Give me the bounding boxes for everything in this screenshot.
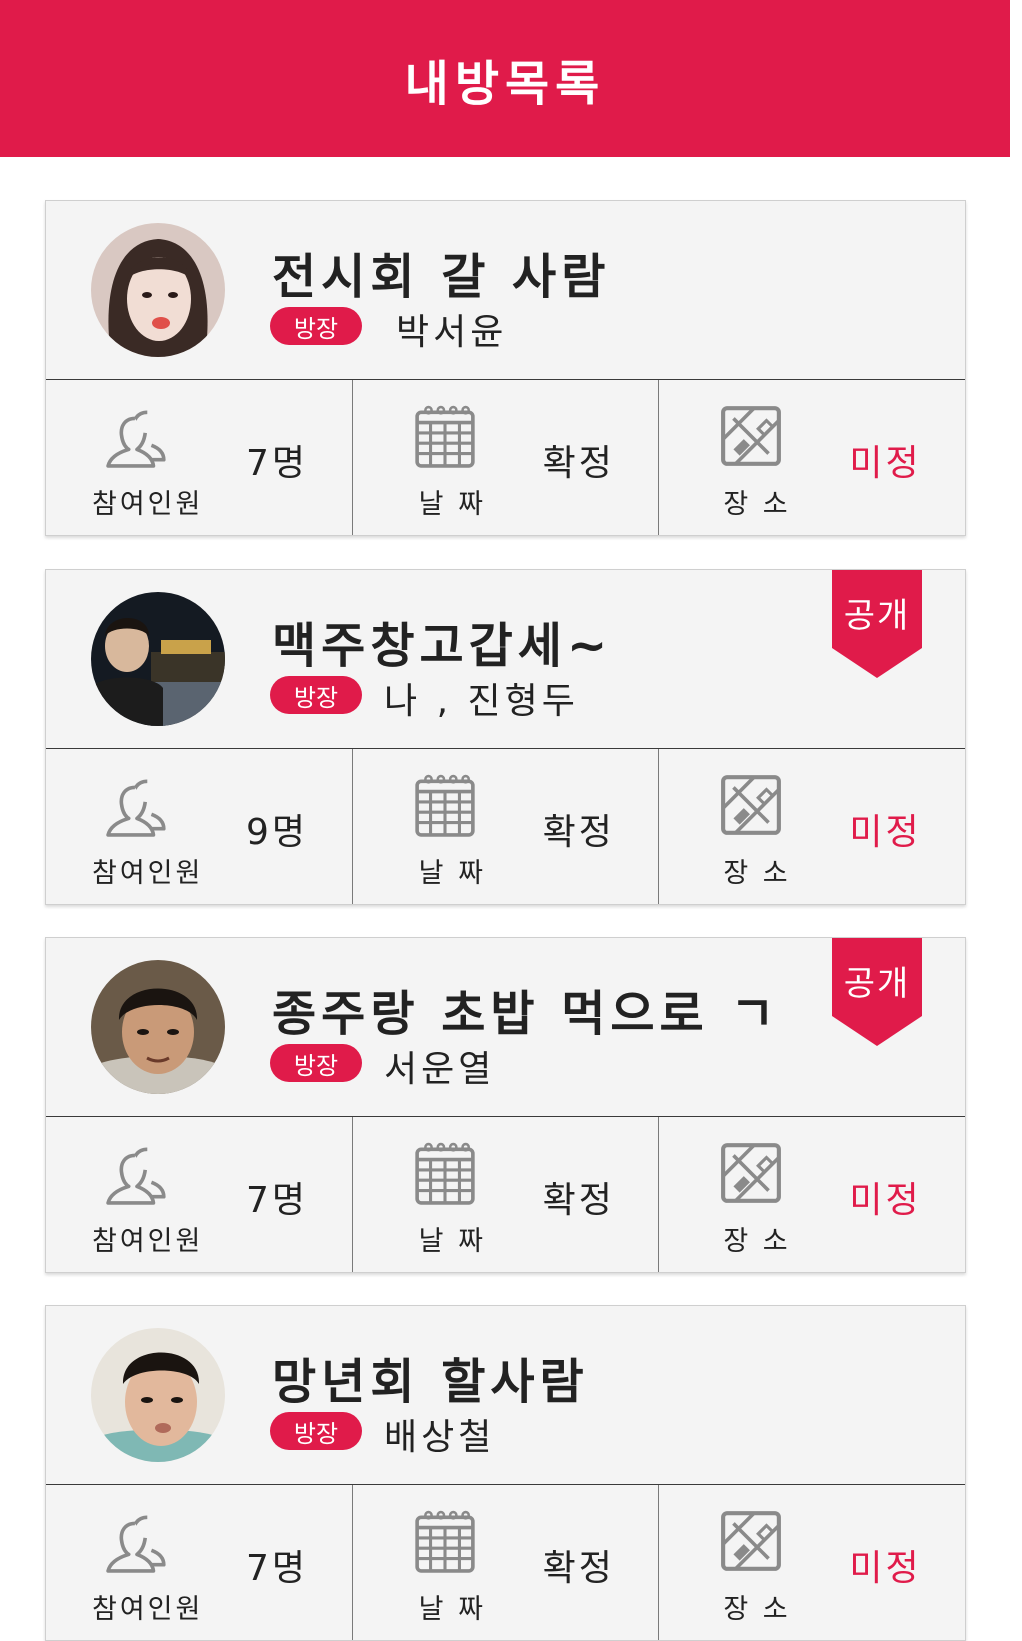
place-stat: 장 소 미정 (659, 1117, 965, 1272)
date-status: 확정 (542, 1548, 615, 1589)
date-label: 날 짜 (418, 489, 486, 520)
room-title: 맥주창고갑세~ (272, 618, 613, 674)
host-name: 서운열 (384, 1049, 496, 1090)
calendar-icon (414, 774, 475, 837)
participants-count: 7명 (246, 443, 309, 484)
place-status: 미정 (849, 443, 922, 484)
participants-stat: 참여인원 9명 (46, 749, 353, 904)
public-label: 공개 (843, 596, 911, 636)
people-icon (106, 410, 166, 468)
avatar (91, 592, 225, 726)
date-stat: 날 짜 확정 (353, 1485, 660, 1640)
map-icon (719, 773, 783, 837)
participants-label: 참여인원 (92, 1594, 204, 1625)
place-stat: 장 소 미정 (659, 380, 965, 535)
place-label: 장 소 (723, 489, 791, 520)
date-stat: 날 짜 확정 (353, 749, 660, 904)
map-icon (719, 404, 783, 468)
room-title: 종주랑 초밥 먹으로 ㄱ (272, 986, 780, 1042)
participants-label: 참여인원 (92, 489, 204, 520)
room-stats: 참여인원 9명 날 짜 확정 장 소 미정 (46, 749, 965, 904)
host-badge: 방장 (270, 676, 362, 714)
participants-stat: 참여인원 7명 (46, 380, 353, 535)
avatar (91, 223, 225, 357)
room-stats: 참여인원 7명 날 짜 확정 장 소 미정 (46, 1117, 965, 1272)
place-status: 미정 (849, 812, 922, 853)
app-header: 내방목록 (0, 0, 1010, 157)
place-status: 미정 (849, 1548, 922, 1589)
map-icon (719, 1509, 783, 1573)
host-name: 배상철 (384, 1417, 496, 1458)
place-stat: 장 소 미정 (659, 1485, 965, 1640)
date-status: 확정 (542, 812, 615, 853)
participants-count: 7명 (246, 1180, 309, 1221)
calendar-icon (414, 405, 475, 468)
place-label: 장 소 (723, 1226, 791, 1257)
calendar-icon (414, 1510, 475, 1573)
host-badge: 방장 (270, 1044, 362, 1082)
participants-count: 9명 (246, 812, 309, 853)
host-badge: 방장 (270, 1412, 362, 1450)
avatar (91, 960, 225, 1094)
date-label: 날 짜 (418, 858, 486, 889)
room-card-header: 전시회 갈 사람 방장 박서윤 (46, 201, 965, 380)
public-label: 공개 (843, 964, 911, 1004)
avatar (91, 1328, 225, 1462)
room-card-header: 종주랑 초밥 먹으로 ㄱ 방장 서운열 공개 (46, 938, 965, 1117)
room-card-header: 망년회 할사람 방장 배상철 (46, 1306, 965, 1485)
date-label: 날 짜 (418, 1226, 486, 1257)
room-title: 망년회 할사람 (272, 1354, 589, 1410)
room-card[interactable]: 전시회 갈 사람 방장 박서윤 참여인원 7명 날 짜 확정 장 소 미정 (45, 200, 966, 536)
place-label: 장 소 (723, 858, 791, 889)
date-status: 확정 (542, 1180, 615, 1221)
public-badge: 공개 (832, 570, 922, 678)
place-label: 장 소 (723, 1594, 791, 1625)
place-status: 미정 (849, 1180, 922, 1221)
place-stat: 장 소 미정 (659, 749, 965, 904)
date-label: 날 짜 (418, 1594, 486, 1625)
people-icon (106, 1515, 166, 1573)
map-icon (719, 1141, 783, 1205)
host-name: 박서윤 (396, 312, 508, 353)
participants-count: 7명 (246, 1548, 309, 1589)
people-icon (106, 1147, 166, 1205)
participants-label: 참여인원 (92, 858, 204, 889)
participants-label: 참여인원 (92, 1226, 204, 1257)
people-icon (106, 779, 166, 837)
public-badge: 공개 (832, 938, 922, 1046)
room-stats: 참여인원 7명 날 짜 확정 장 소 미정 (46, 380, 965, 535)
page-title: 내방목록 (404, 55, 606, 112)
host-badge: 방장 (270, 307, 362, 345)
participants-stat: 참여인원 7명 (46, 1117, 353, 1272)
room-card[interactable]: 맥주창고갑세~ 방장 나 , 진형두 공개 참여인원 9명 날 짜 확정 장 소… (45, 569, 966, 905)
date-status: 확정 (542, 443, 615, 484)
date-stat: 날 짜 확정 (353, 1117, 660, 1272)
host-name: 나 , 진형두 (384, 681, 579, 722)
calendar-icon (414, 1142, 475, 1205)
participants-stat: 참여인원 7명 (46, 1485, 353, 1640)
room-card[interactable]: 망년회 할사람 방장 배상철 참여인원 7명 날 짜 확정 장 소 미정 (45, 1305, 966, 1641)
room-title: 전시회 갈 사람 (272, 249, 611, 305)
room-card-header: 맥주창고갑세~ 방장 나 , 진형두 공개 (46, 570, 965, 749)
room-stats: 참여인원 7명 날 짜 확정 장 소 미정 (46, 1485, 965, 1640)
date-stat: 날 짜 확정 (353, 380, 660, 535)
room-card[interactable]: 종주랑 초밥 먹으로 ㄱ 방장 서운열 공개 참여인원 7명 날 짜 확정 장 … (45, 937, 966, 1273)
